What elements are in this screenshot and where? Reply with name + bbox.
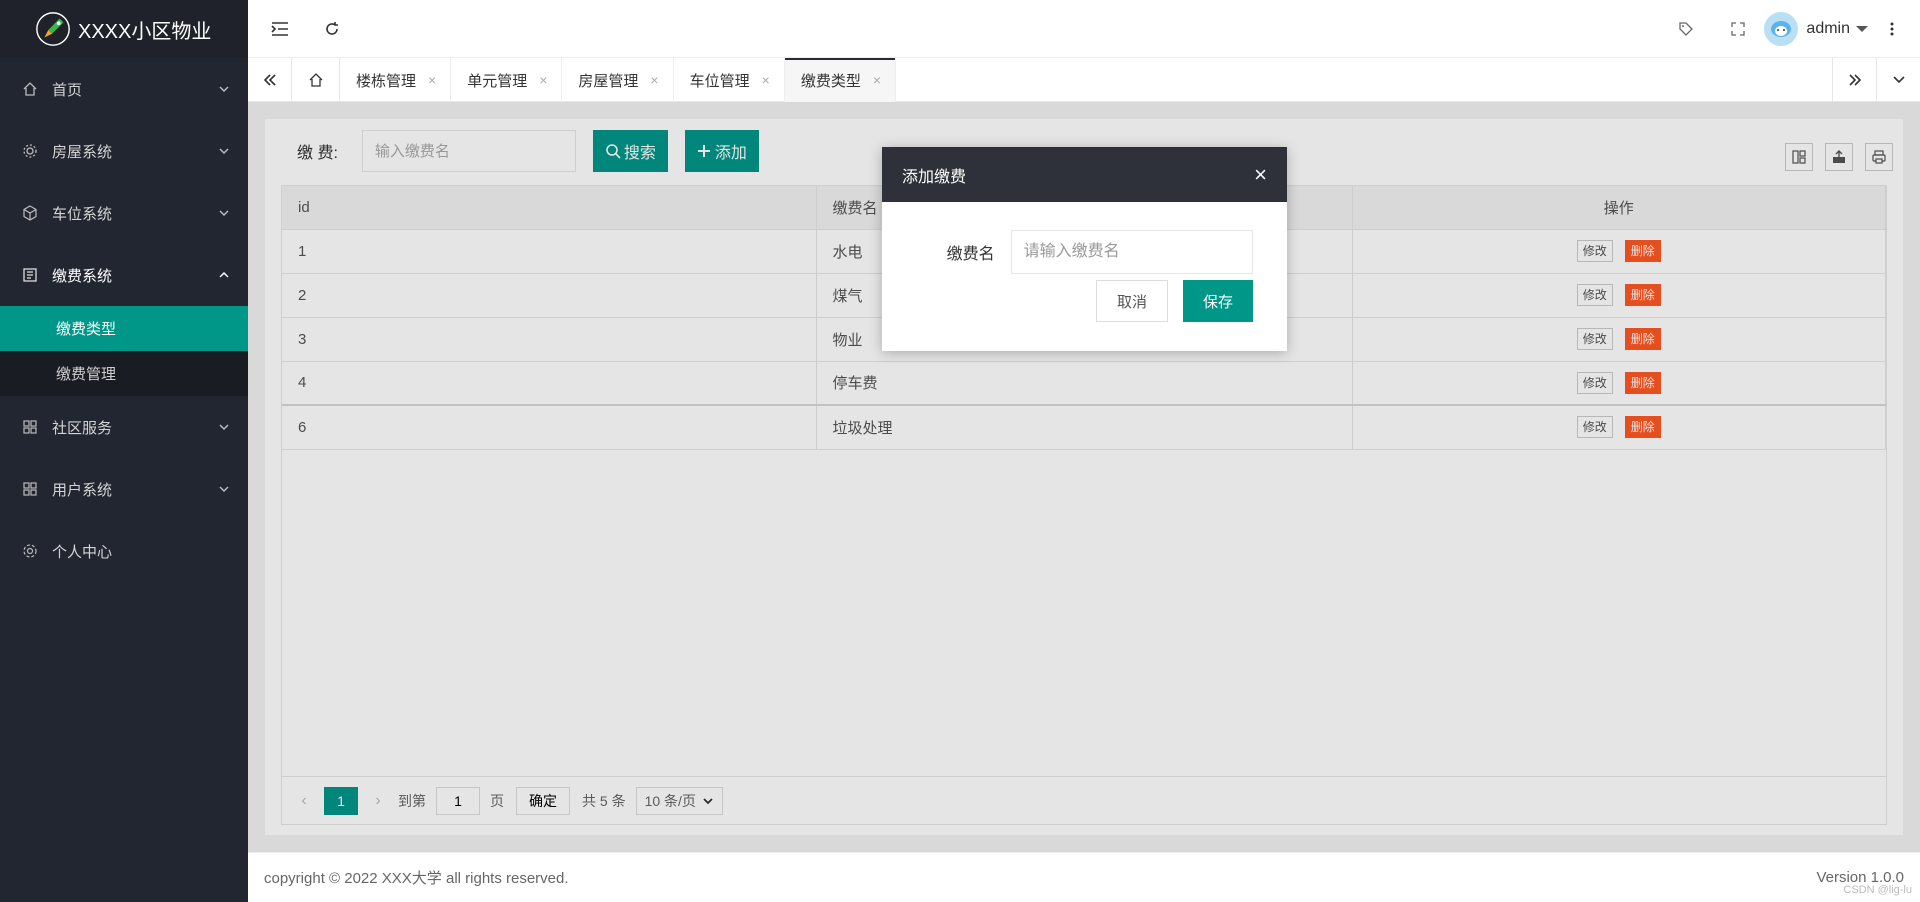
close-icon[interactable]: × (873, 72, 881, 88)
add-fee-modal: 添加缴费 × 缴费名 取消 保存 (882, 147, 1287, 351)
tab-label: 房屋管理 (578, 72, 639, 90)
tag-icon[interactable] (1672, 15, 1700, 43)
sidebar-item-label: 车位系统 (52, 205, 113, 223)
sidebar-item-label: 缴费系统 (52, 267, 113, 285)
user-menu[interactable]: admin (1764, 12, 1868, 46)
modal-actions: 取消 保存 (916, 280, 1253, 322)
sidebar: XXXX小区物业 首页 房屋系统 车位系统 缴费系统 缴费类型 缴费管理 社区服… (0, 0, 248, 902)
more-vertical-icon[interactable] (1878, 15, 1906, 43)
tab-label: 楼栋管理 (356, 72, 417, 90)
tab-building[interactable]: 楼栋管理 × (340, 58, 452, 102)
tab-label: 单元管理 (467, 72, 528, 90)
modal-body: 缴费名 取消 保存 (882, 202, 1287, 322)
tab-fee-type[interactable]: 缴费类型 × (784, 58, 897, 102)
sidebar-item-community[interactable]: 社区服务 (0, 396, 248, 458)
sidebar-item-users[interactable]: 用户系统 (0, 458, 248, 520)
logo[interactable]: XXXX小区物业 (0, 0, 248, 58)
close-icon[interactable]: × (539, 72, 547, 88)
apps-icon (22, 481, 38, 497)
user-name: admin (1806, 20, 1850, 37)
settings-icon (22, 543, 38, 559)
rocket-logo-icon (36, 12, 70, 46)
modal-header: 添加缴费 × (882, 147, 1287, 202)
copyright-text: copyright © 2022 XXX大学 all rights reserv… (264, 870, 569, 887)
tab-house[interactable]: 房屋管理 × (562, 58, 674, 102)
sidebar-item-housing[interactable]: 房屋系统 (0, 120, 248, 182)
chevron-down-icon (219, 148, 229, 155)
tab-home-icon[interactable] (292, 58, 340, 102)
sidebar-item-label: 用户系统 (52, 481, 113, 499)
fee-name-row: 缴费名 (916, 230, 1253, 274)
tabs-right-controls (1832, 58, 1920, 102)
tab-parking[interactable]: 车位管理 × (674, 58, 785, 102)
sidebar-item-payment[interactable]: 缴费系统 (0, 244, 248, 306)
modal-title: 添加缴费 (902, 168, 967, 186)
sidebar-item-label: 房屋系统 (52, 143, 113, 161)
menu-toggle-icon[interactable] (266, 15, 294, 43)
fee-name-input[interactable] (1010, 230, 1253, 274)
apps-icon (22, 419, 38, 435)
close-icon[interactable]: × (1254, 162, 1267, 188)
chevron-down-icon (219, 210, 229, 217)
chevron-up-icon (219, 271, 229, 278)
tab-label: 缴费类型 (800, 72, 861, 90)
gear-icon (22, 143, 38, 159)
close-icon[interactable]: × (428, 72, 436, 88)
close-icon[interactable]: × (650, 72, 658, 88)
sidebar-item-home[interactable]: 首页 (0, 58, 248, 120)
caret-down-icon (1856, 26, 1868, 32)
top-header: admin (248, 0, 1920, 58)
sidebar-item-label: 个人中心 (52, 543, 113, 561)
cube-icon (22, 205, 38, 221)
sidebar-item-label: 社区服务 (52, 419, 113, 437)
fullscreen-icon[interactable] (1724, 15, 1752, 43)
sidebar-item-profile[interactable]: 个人中心 (0, 520, 248, 582)
tabs-menu-chevron-down-icon[interactable] (1876, 58, 1920, 102)
chevron-down-icon (219, 86, 229, 93)
fee-name-label: 缴费名 (946, 246, 995, 263)
tabs-bar: 楼栋管理 × 单元管理 × 房屋管理 × 车位管理 × 缴费类型 × (248, 58, 1920, 102)
refresh-icon[interactable] (318, 15, 346, 43)
sidebar-subitem-fee-management[interactable]: 缴费管理 (0, 351, 248, 396)
cancel-button[interactable]: 取消 (1095, 280, 1168, 322)
tab-label: 车位管理 (689, 72, 750, 90)
footer: copyright © 2022 XXX大学 all rights reserv… (248, 852, 1920, 902)
tabs-scroll-right-icon[interactable] (1832, 58, 1876, 102)
sidebar-item-label: 首页 (52, 81, 83, 99)
save-button[interactable]: 保存 (1182, 280, 1253, 322)
tab-unit[interactable]: 单元管理 × (451, 58, 563, 102)
sidebar-menu: 首页 房屋系统 车位系统 缴费系统 缴费类型 缴费管理 社区服务 用户系统 个人… (0, 58, 248, 582)
chevron-down-icon (219, 486, 229, 493)
sidebar-item-parking[interactable]: 车位系统 (0, 182, 248, 244)
close-icon[interactable]: × (762, 72, 770, 88)
book-icon (22, 267, 38, 283)
chevron-down-icon (219, 424, 229, 431)
sidebar-submenu-payment: 缴费类型 缴费管理 (0, 306, 248, 396)
home-icon (22, 81, 38, 97)
app-title: XXXX小区物业 (78, 20, 212, 43)
watermark-text: CSDN @lig-lu (1843, 884, 1912, 896)
avatar (1764, 12, 1799, 46)
sidebar-subitem-fee-type[interactable]: 缴费类型 (0, 306, 248, 351)
tabs-scroll-left-icon[interactable] (248, 58, 292, 102)
